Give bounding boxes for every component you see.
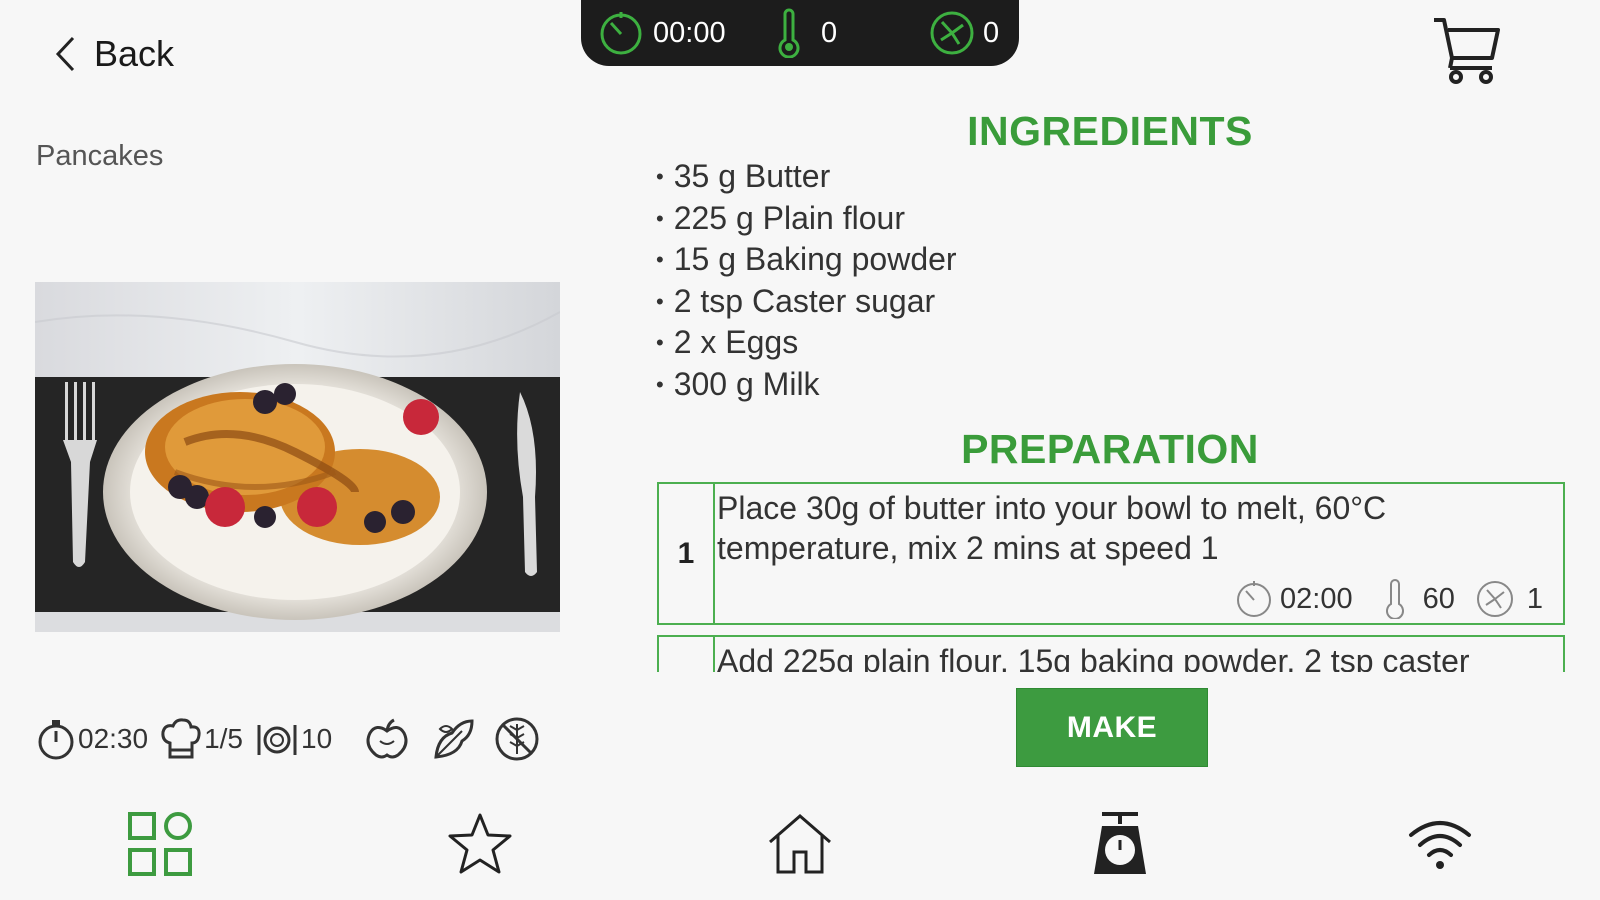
gluten-free-icon: [495, 717, 539, 761]
nav-favorites[interactable]: [440, 804, 520, 884]
stopwatch-icon: [38, 720, 74, 760]
leaf-icon: [434, 719, 474, 759]
nav-recipes[interactable]: [120, 804, 200, 884]
step-params: 02:00 60 1: [1234, 579, 1543, 619]
recipe-name: Pancakes: [36, 140, 164, 172]
blade-icon: [930, 11, 974, 55]
grid-icon: [128, 812, 192, 876]
plate-cutlery-icon: [257, 725, 297, 755]
preparation-title: PREPARATION: [961, 426, 1259, 472]
ingredient-item: 15 g Baking powder: [656, 239, 957, 281]
nav-scale[interactable]: [1080, 804, 1160, 884]
meta-time: 02:30: [36, 717, 148, 761]
meta-difficulty: 1/5: [160, 717, 243, 761]
meta-time-value: 02:30: [78, 723, 149, 754]
machine-status-bar: 00:00 0 0: [581, 0, 1019, 66]
back-button[interactable]: Back: [52, 30, 174, 78]
meta-difficulty-value: 1/5: [204, 723, 244, 754]
ingredient-item: 35 g Butter: [656, 156, 957, 198]
status-speed-value: 0: [983, 16, 1000, 49]
timer-icon: [1237, 581, 1272, 617]
wifi-icon: [1409, 821, 1471, 869]
chef-hat-icon: [161, 718, 201, 759]
preparation-steps-list[interactable]: 1 Place 30g of butter into your bowl to …: [657, 482, 1565, 672]
status-temperature-value: 0: [821, 16, 838, 49]
step-speed-value: 1: [1526, 582, 1543, 615]
ingredient-item: 225 g Plain flour: [656, 198, 957, 240]
ingredient-item: 2 tsp Caster sugar: [656, 281, 957, 323]
nav-wifi[interactable]: [1400, 804, 1480, 884]
status-timer-value: 00:00: [653, 16, 726, 49]
apple-icon: [366, 718, 408, 759]
blade-icon: [1476, 581, 1513, 617]
recipe-meta: 02:30 1/5 10: [36, 714, 540, 764]
star-icon: [448, 813, 512, 874]
cart-button[interactable]: [1432, 14, 1502, 91]
meta-servings-value: 10: [301, 723, 333, 754]
make-button[interactable]: MAKE: [1016, 688, 1208, 767]
step-temperature-value: 60: [1422, 582, 1455, 615]
ingredient-item: 2 x Eggs: [656, 322, 957, 364]
chevron-left-icon: [55, 36, 75, 72]
step-text: Add 225g plain flour, 15g baking powder,…: [717, 643, 1470, 672]
recipe-photo: [35, 282, 560, 632]
preparation-step[interactable]: 2 Add 225g plain flour, 15g baking powde…: [657, 635, 1565, 672]
step-text: Place 30g of butter into your bowl to me…: [717, 490, 1387, 566]
recipe-screen: Back 00:00 0 0 Pancakes 02:30 1/5 10 ING…: [0, 0, 1600, 900]
timer-icon: [600, 12, 642, 55]
home-icon: [769, 814, 831, 874]
thermometer-icon: [1385, 579, 1404, 619]
ingredients-title: INGREDIENTS: [967, 108, 1253, 154]
nav-home[interactable]: [760, 804, 840, 884]
back-label: Back: [94, 33, 175, 74]
thermometer-icon: [778, 8, 800, 58]
cart-icon: [1434, 18, 1500, 84]
scale-icon: [1094, 812, 1146, 874]
step-number: 1: [659, 484, 715, 623]
meta-servings: 10: [255, 719, 332, 759]
step-number: 2: [659, 637, 715, 672]
ingredients-list: 35 g Butter 225 g Plain flour 15 g Bakin…: [656, 156, 957, 405]
preparation-step[interactable]: 1 Place 30g of butter into your bowl to …: [657, 482, 1565, 625]
ingredient-item: 300 g Milk: [656, 364, 957, 406]
step-time-value: 02:00: [1280, 582, 1353, 615]
